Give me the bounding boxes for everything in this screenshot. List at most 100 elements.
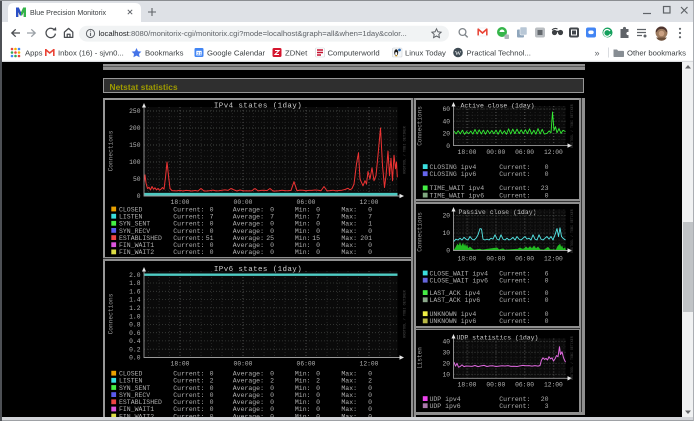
- svg-text:Min:: Min:: [295, 371, 311, 378]
- svg-text:6: 6: [545, 270, 549, 277]
- svg-text:0: 0: [316, 249, 320, 256]
- svg-text:Connections: Connections: [108, 130, 115, 171]
- svg-text:Current:: Current:: [499, 297, 530, 304]
- svg-text:0: 0: [368, 228, 372, 235]
- svg-text:06:00: 06:00: [297, 199, 316, 206]
- svg-text:06:00: 06:00: [515, 149, 534, 156]
- svg-text:RRDTOOL / TOBI OETIKER: RRDTOOL / TOBI OETIKER: [403, 125, 408, 173]
- svg-text:0: 0: [210, 242, 214, 249]
- svg-text:SYN_RECV: SYN_RECV: [119, 392, 150, 399]
- svg-text:0: 0: [210, 249, 214, 256]
- svg-text:Current:: Current:: [499, 171, 530, 178]
- svg-text:0: 0: [316, 371, 320, 378]
- svg-text:Max:: Max:: [341, 206, 357, 213]
- svg-text:7: 7: [270, 214, 274, 221]
- svg-text:Average:: Average:: [233, 228, 264, 235]
- svg-text:ESTABLISHED: ESTABLISHED: [119, 399, 162, 406]
- svg-text:LAST_ACK ipv6: LAST_ACK ipv6: [430, 297, 481, 304]
- svg-text:0: 0: [545, 311, 549, 318]
- svg-text:0: 0: [368, 242, 372, 249]
- svg-text:1.0: 1.0: [129, 313, 141, 320]
- svg-text:Current:: Current:: [499, 185, 530, 192]
- svg-text:40: 40: [442, 118, 450, 125]
- svg-text:TIME_WAIT ipv4: TIME_WAIT ipv4: [430, 185, 485, 192]
- svg-text:Min:: Min:: [295, 385, 311, 392]
- svg-text:100: 100: [129, 159, 141, 166]
- svg-text:20: 20: [442, 361, 450, 368]
- svg-text:0: 0: [270, 221, 274, 228]
- svg-text:18:00: 18:00: [171, 361, 190, 368]
- svg-text:0: 0: [210, 399, 214, 406]
- svg-text:UDP statistics (1day): UDP statistics (1day): [457, 335, 539, 342]
- svg-text:40: 40: [442, 339, 450, 346]
- svg-text:0: 0: [545, 192, 549, 199]
- svg-text:UDP ipv6: UDP ipv6: [430, 403, 461, 410]
- svg-text:0: 0: [270, 228, 274, 235]
- svg-text:Average:: Average:: [233, 392, 264, 399]
- svg-text:Average:: Average:: [233, 249, 264, 256]
- svg-text:Min:: Min:: [295, 228, 311, 235]
- svg-text:0: 0: [316, 385, 320, 392]
- svg-text:1.2: 1.2: [129, 305, 141, 312]
- svg-text:CLOSE_WAIT ipv4: CLOSE_WAIT ipv4: [430, 270, 489, 277]
- svg-text:0: 0: [316, 228, 320, 235]
- svg-text:0.2: 0.2: [129, 346, 141, 353]
- svg-text:RRDTOOL / TOBI OETIKER: RRDTOOL / TOBI OETIKER: [403, 289, 408, 337]
- svg-text:Connections: Connections: [417, 106, 424, 146]
- svg-text:Max:: Max:: [341, 378, 357, 385]
- svg-text:12:00: 12:00: [544, 149, 563, 156]
- svg-text:SYN_SENT: SYN_SENT: [119, 385, 150, 392]
- svg-text:2.0: 2.0: [129, 272, 141, 279]
- svg-text:CLOSED: CLOSED: [119, 371, 143, 378]
- svg-text:Min:: Min:: [295, 406, 311, 413]
- svg-text:18:00: 18:00: [458, 256, 477, 263]
- svg-text:Max:: Max:: [341, 242, 357, 249]
- svg-text:0: 0: [316, 392, 320, 399]
- svg-text:Average:: Average:: [233, 206, 264, 213]
- svg-text:Current:: Current:: [499, 192, 530, 199]
- svg-text:Current:: Current:: [499, 403, 530, 410]
- svg-text:Max:: Max:: [341, 371, 357, 378]
- svg-text:00:00: 00:00: [234, 361, 253, 368]
- svg-text:0: 0: [270, 385, 274, 392]
- svg-text:Max:: Max:: [341, 249, 357, 256]
- svg-text:Current:: Current:: [173, 378, 204, 385]
- svg-text:00:00: 00:00: [234, 199, 253, 206]
- svg-text:0: 0: [270, 399, 274, 406]
- svg-text:0.6: 0.6: [129, 330, 141, 337]
- svg-text:0: 0: [270, 406, 274, 413]
- svg-text:1.6: 1.6: [129, 289, 141, 296]
- svg-text:00:00: 00:00: [486, 256, 505, 263]
- svg-text:Current:: Current:: [173, 371, 204, 378]
- svg-text:1.4: 1.4: [129, 297, 141, 304]
- svg-text:06:00: 06:00: [515, 256, 534, 263]
- svg-text:51: 51: [206, 235, 214, 242]
- svg-text:Min:: Min:: [295, 399, 311, 406]
- svg-text:Min:: Min:: [295, 378, 311, 385]
- svg-text:20: 20: [442, 131, 450, 138]
- svg-text:12:00: 12:00: [360, 361, 379, 368]
- svg-text:LAST_ACK ipv4: LAST_ACK ipv4: [430, 290, 481, 297]
- svg-text:2: 2: [210, 378, 214, 385]
- svg-text:1: 1: [368, 221, 372, 228]
- svg-text:UNKNOWN ipv6: UNKNOWN ipv6: [430, 318, 477, 325]
- svg-text:3: 3: [545, 403, 549, 410]
- svg-text:0: 0: [270, 371, 274, 378]
- svg-text:0: 0: [316, 399, 320, 406]
- svg-text:Min:: Min:: [295, 206, 311, 213]
- svg-text:ESTABLISHED: ESTABLISHED: [119, 235, 162, 242]
- svg-text:RRDTOOL / TOBI OETIKER: RRDTOOL / TOBI OETIKER: [570, 336, 574, 380]
- svg-text:Max:: Max:: [341, 385, 357, 392]
- svg-text:Current:: Current:: [499, 277, 530, 284]
- svg-text:Current:: Current:: [173, 385, 204, 392]
- svg-text:0: 0: [545, 290, 549, 297]
- svg-text:SYN_SENT: SYN_SENT: [119, 221, 150, 228]
- svg-text:0: 0: [446, 143, 450, 150]
- svg-text:2: 2: [368, 378, 372, 385]
- svg-text:Max:: Max:: [341, 406, 357, 413]
- svg-text:2: 2: [270, 378, 274, 385]
- svg-text:15: 15: [312, 235, 320, 242]
- svg-text:RRDTOOL / TOBI OETIKER: RRDTOOL / TOBI OETIKER: [570, 209, 574, 253]
- svg-text:Min:: Min:: [295, 249, 311, 256]
- svg-text:Average:: Average:: [233, 214, 264, 221]
